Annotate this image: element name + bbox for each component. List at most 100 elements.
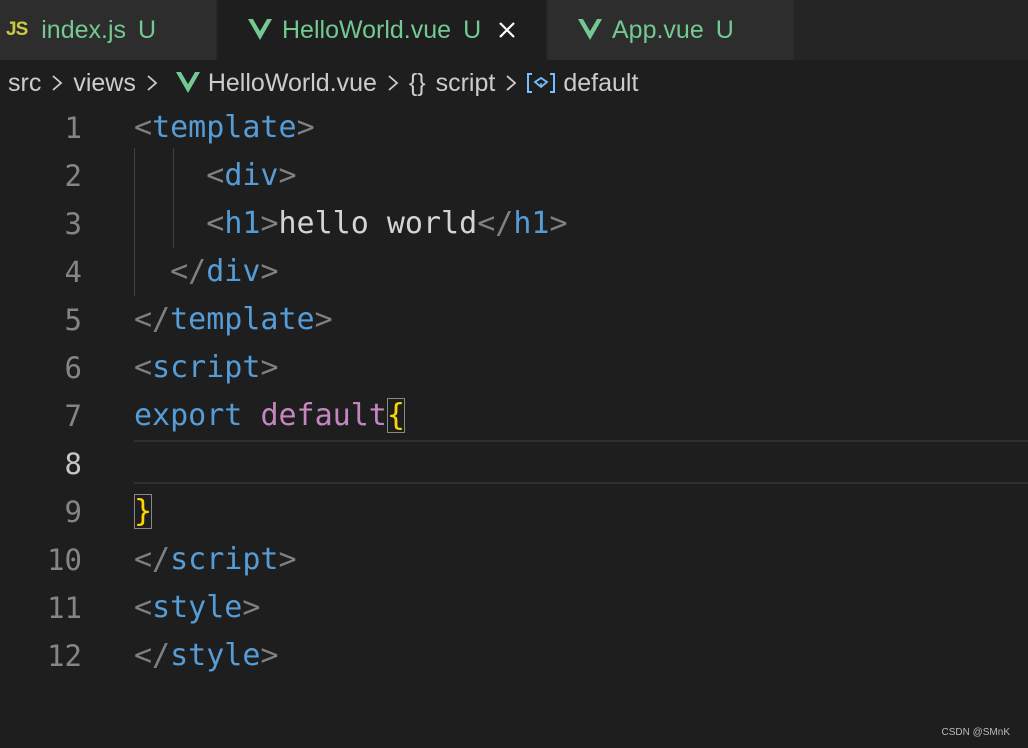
line-content: </script> — [134, 536, 297, 584]
token: </ — [134, 302, 171, 337]
line-number: 11 — [47, 591, 82, 625]
line-number: 3 — [64, 207, 82, 241]
token: < — [206, 206, 225, 241]
line-number: 2 — [64, 159, 82, 193]
line-content: <div> — [134, 152, 297, 200]
line-number: 1 — [64, 111, 82, 145]
token: > — [278, 542, 297, 577]
line-content: </div> — [134, 248, 279, 296]
code-line: 6 <script> — [0, 344, 1028, 392]
token: template — [170, 302, 315, 337]
line-number: 9 — [64, 495, 82, 529]
line-number: 7 — [64, 399, 82, 433]
code-line: 1 <template> — [0, 104, 1028, 152]
code-line: 7 export default{ — [0, 392, 1028, 440]
line-content: <h1>hello world</h1> — [134, 200, 568, 248]
token: div — [224, 158, 279, 193]
token: </ — [477, 206, 514, 241]
breadcrumb-item-script[interactable]: script — [436, 69, 496, 98]
line-number: 6 — [64, 351, 82, 385]
token: > — [260, 638, 279, 673]
tab-app-vue[interactable]: App.vue U — [548, 0, 794, 60]
chevron-right-icon — [51, 74, 63, 92]
close-icon[interactable] — [497, 20, 517, 40]
watermark: CSDN @SMnK — [941, 727, 1011, 738]
token: < — [134, 350, 153, 385]
code-line-current: 8 — [0, 440, 1028, 488]
line-number: 8 — [64, 447, 82, 481]
chevron-right-icon — [505, 74, 517, 92]
breadcrumb-item-views[interactable]: views — [73, 69, 136, 98]
matched-brace: } — [134, 494, 153, 529]
line-content: </template> — [134, 296, 333, 344]
variable-symbol-icon — [527, 72, 556, 94]
token: > — [260, 254, 279, 289]
token: > — [242, 590, 261, 625]
line-number: 12 — [47, 639, 82, 673]
line-content: <script> — [134, 344, 279, 392]
token: export — [134, 398, 243, 433]
token: script — [152, 350, 261, 385]
token: < — [134, 110, 153, 145]
code-line: 2 <div> — [0, 152, 1028, 200]
line-content: <template> — [134, 104, 315, 152]
token: h1 — [224, 206, 261, 241]
token: > — [260, 350, 279, 385]
line-content: } — [134, 488, 153, 536]
token: style — [152, 590, 243, 625]
token: > — [260, 206, 279, 241]
vue-file-icon — [578, 19, 602, 41]
token: h1 — [513, 206, 550, 241]
chevron-right-icon — [387, 74, 399, 92]
code-line: 12 </style> — [0, 632, 1028, 680]
javascript-file-icon: JS — [6, 19, 28, 40]
token: div — [206, 254, 261, 289]
untracked-status-badge: U — [138, 15, 157, 44]
token: > — [296, 110, 315, 145]
token: > — [314, 302, 333, 337]
token: template — [152, 110, 297, 145]
token: </ — [134, 638, 171, 673]
tab-helloworld-vue[interactable]: HelloWorld.vue U — [218, 0, 546, 60]
breadcrumb-item-default[interactable]: default — [563, 69, 638, 98]
tab-label: App.vue — [612, 15, 704, 44]
braces-icon: {} — [408, 68, 426, 97]
line-number: 5 — [64, 303, 82, 337]
vue-file-icon — [248, 19, 272, 41]
token: > — [549, 206, 568, 241]
tab-label: HelloWorld.vue — [282, 15, 452, 44]
line-number: 10 — [47, 543, 82, 577]
token: hello world — [278, 206, 478, 241]
matched-brace: { — [386, 398, 405, 433]
line-content: export default{ — [134, 392, 405, 440]
editor-tab-bar: JS index.js U HelloWorld.vue U App.vue U — [0, 0, 1028, 60]
token: < — [134, 590, 153, 625]
token: </ — [134, 542, 171, 577]
tab-label: index.js — [41, 15, 127, 44]
code-line: 5 </template> — [0, 296, 1028, 344]
untracked-status-badge: U — [463, 15, 482, 44]
token: style — [170, 638, 261, 673]
token: > — [278, 158, 297, 193]
code-line: 10 </script> — [0, 536, 1028, 584]
tab-index-js[interactable]: JS index.js U — [0, 0, 216, 60]
breadcrumb-item-file[interactable]: HelloWorld.vue — [208, 69, 377, 98]
vue-file-icon — [175, 72, 200, 94]
token: </ — [170, 254, 207, 289]
code-line: 11 <style> — [0, 584, 1028, 632]
code-line: 9 } — [0, 488, 1028, 536]
line-content: </style> — [134, 632, 279, 680]
chevron-right-icon — [146, 74, 158, 92]
code-editor[interactable]: 1 <template> 2 <div> 3 <h1>hello world</… — [0, 104, 1028, 704]
code-line: 4 </div> — [0, 248, 1028, 296]
token: default — [260, 398, 387, 433]
breadcrumb: src views HelloWorld.vue {} script defau… — [8, 60, 638, 106]
token: < — [206, 158, 225, 193]
breadcrumb-item-src[interactable]: src — [8, 69, 41, 98]
line-content: <style> — [134, 584, 260, 632]
token: script — [170, 542, 279, 577]
